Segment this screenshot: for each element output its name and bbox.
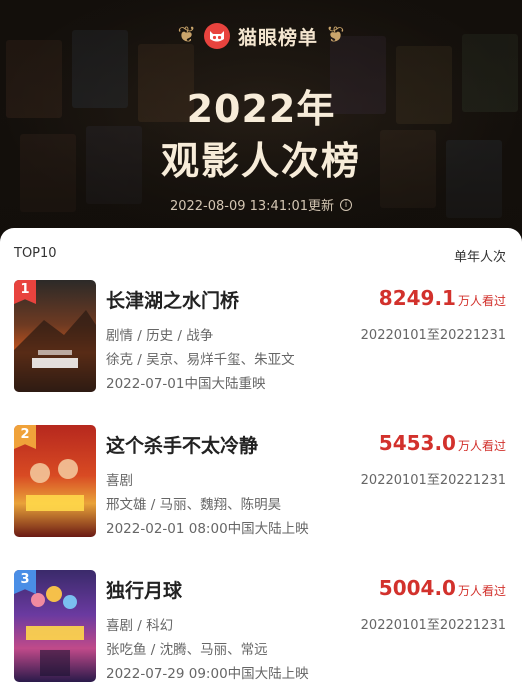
ranking-list: TOP10 单年人次 1 长津湖之水门桥 剧情 / 历史 / 战争 徐克 / 吴… (0, 228, 522, 699)
update-time-text: 2022-08-09 13:41:01更新 (169, 199, 335, 214)
maoyan-logo-icon (203, 23, 230, 49)
viewer-count: 5004.0 万人看过 (379, 576, 506, 600)
movie-cast: 张吃鱼 / 沈腾、马丽、常远 (106, 642, 268, 658)
info-icon[interactable]: i (340, 198, 353, 211)
movie-title[interactable]: 这个杀手不太冷静 (106, 431, 258, 458)
list-header: TOP10 单年人次 (14, 246, 506, 265)
brand-name: 猫眼榜单 (237, 26, 318, 49)
movie-cast: 徐克 / 吴京、易烊千玺、朱亚文 (106, 352, 295, 368)
viewer-count-value: 5453.0 (378, 431, 456, 455)
page-title: 观影人次榜 (160, 139, 361, 183)
date-range: 20220101至20221231 (360, 473, 506, 488)
movie-genres: 喜剧 / 科幻 (106, 618, 174, 634)
viewer-count: 5453.0 万人看过 (379, 431, 506, 455)
movie-cast: 邢文雄 / 马丽、魏翔、陈明昊 (106, 497, 282, 513)
movie-poster[interactable]: 1 (14, 280, 96, 392)
brand-bar: ❦ 猫眼榜单 ❦ (0, 20, 522, 52)
date-range: 20220101至20221231 (360, 618, 506, 633)
movie-poster[interactable]: 3 (14, 570, 96, 682)
movie-title[interactable]: 独行月球 (106, 576, 182, 603)
movie-title[interactable]: 长津湖之水门桥 (106, 286, 239, 313)
viewer-count-unit: 万人看过 (457, 294, 506, 308)
movie-release: 2022-07-29 09:00中国大陆上映 (106, 666, 309, 682)
movie-genres: 喜剧 (106, 473, 133, 489)
list-item[interactable]: 3 独行月球 喜剧 / 科幻 张吃鱼 / 沈腾、马丽、常远 2022-07-29… (0, 570, 522, 695)
viewer-count-unit: 万人看过 (457, 439, 506, 453)
list-top-label: TOP10 (14, 246, 57, 261)
viewer-count-value: 8249.1 (378, 286, 456, 310)
date-range: 20220101至20221231 (360, 328, 506, 343)
hero-header: ❦ 猫眼榜单 ❦ 2022年 观影人次榜 2022-08-09 13:41:01… (0, 0, 522, 240)
list-metric-label: 单年人次 (453, 250, 506, 265)
laurel-left-icon: ❦ (177, 23, 196, 48)
movie-release: 2022-07-01中国大陆重映 (106, 376, 266, 392)
laurel-right-icon: ❦ (326, 23, 345, 48)
list-item[interactable]: 1 长津湖之水门桥 剧情 / 历史 / 战争 徐克 / 吴京、易烊千玺、朱亚文 … (0, 280, 522, 405)
viewer-count-unit: 万人看过 (457, 584, 506, 598)
list-item[interactable]: 2 这个杀手不太冷静 喜剧 邢文雄 / 马丽、魏翔、陈明昊 2022-02-01… (0, 425, 522, 550)
page-title-year: 2022年 (186, 87, 336, 131)
movie-genres: 剧情 / 历史 / 战争 (106, 328, 214, 344)
movie-release: 2022-02-01 08:00中国大陆上映 (106, 521, 309, 537)
viewer-count: 8249.1 万人看过 (379, 286, 506, 310)
update-time[interactable]: 2022-08-09 13:41:01更新 i (0, 195, 522, 214)
movie-poster[interactable]: 2 (14, 425, 96, 537)
viewer-count-value: 5004.0 (378, 576, 456, 600)
